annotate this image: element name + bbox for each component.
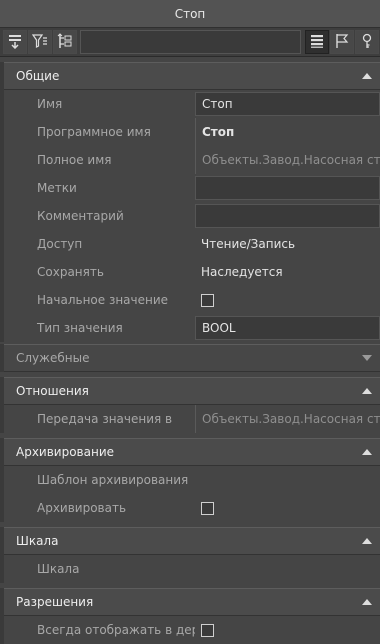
section-header-archiving[interactable]: Архивирование — [4, 438, 380, 466]
chevron-up-icon[interactable] — [362, 449, 372, 455]
archive-checkbox[interactable] — [201, 501, 214, 515]
property-row-value-type: Тип значения BOOL — [4, 314, 380, 342]
chevron-up-icon[interactable] — [362, 388, 372, 394]
toolbar-search-area[interactable] — [80, 30, 301, 54]
property-row-scale: Шкала — [4, 555, 380, 583]
property-label: Всегда отображать в дереве — [37, 623, 195, 637]
property-row-program-name: Программное имя Стоп — [4, 118, 380, 146]
section-title: Отношения — [16, 384, 89, 398]
section-header-service[interactable]: Служебные — [4, 344, 380, 372]
save-value[interactable]: Наследуется — [195, 258, 380, 286]
list-view-icon — [309, 33, 325, 52]
property-row-name: Имя Стоп — [4, 90, 380, 118]
value-transfer-value[interactable]: Объекты.Завод.Насосная станция — [195, 405, 380, 433]
toolbar — [0, 28, 380, 57]
sort-down-icon — [7, 33, 23, 52]
property-label: Доступ — [37, 237, 83, 251]
section-header-scale[interactable]: Шкала — [4, 527, 380, 555]
section-service: Служебные — [0, 344, 380, 372]
property-label: Комментарий — [37, 209, 124, 223]
section-title: Служебные — [16, 351, 90, 365]
always-show-cell — [195, 616, 380, 644]
filter-button[interactable] — [28, 30, 52, 54]
window-titlebar: Стоп — [0, 0, 380, 28]
section-header-general[interactable]: Общие — [4, 62, 380, 90]
initial-value-cell — [195, 286, 380, 314]
property-label: Передача значения в — [37, 412, 173, 426]
property-row-archive-template: Шаблон архивирования — [4, 466, 380, 494]
section-title: Разрешения — [16, 595, 94, 609]
property-label: Шкала — [37, 562, 80, 576]
property-label: Программное имя — [37, 125, 151, 139]
property-row-access: Доступ Чтение/Запись — [4, 230, 380, 258]
archive-template-value[interactable] — [195, 466, 380, 494]
section-title: Шкала — [16, 534, 59, 548]
chevron-up-icon[interactable] — [362, 73, 372, 79]
comment-field[interactable] — [195, 204, 380, 228]
initial-value-checkbox[interactable] — [201, 293, 214, 307]
window-title: Стоп — [174, 6, 206, 21]
flag-button[interactable] — [330, 30, 354, 54]
always-show-checkbox[interactable] — [201, 623, 214, 637]
section-archiving: Архивирование Шаблон архивирования Архив… — [0, 438, 380, 522]
chevron-down-icon[interactable] — [362, 355, 372, 361]
list-view-button[interactable] — [305, 30, 329, 54]
scale-value[interactable] — [195, 555, 380, 583]
section-general: Общие Имя Стоп Программное имя Стоп Полн… — [0, 62, 380, 342]
key-icon — [359, 33, 375, 52]
property-row-initial-value: Начальное значение — [4, 286, 380, 314]
program-name-value[interactable]: Стоп — [195, 118, 380, 146]
filter-icon — [31, 33, 48, 52]
tree-expand-button[interactable] — [53, 30, 77, 54]
archive-cell — [195, 494, 380, 522]
property-label: Тип значения — [37, 321, 123, 335]
tree-expand-icon — [57, 32, 73, 52]
chevron-up-icon[interactable] — [362, 599, 372, 605]
value-type-field[interactable]: BOOL — [195, 316, 380, 340]
key-button[interactable] — [355, 30, 379, 54]
section-title: Архивирование — [16, 445, 115, 459]
property-row-comment: Комментарий — [4, 202, 380, 230]
sort-down-button[interactable] — [3, 30, 27, 54]
property-row-full-name: Полное имя Объекты.Завод.Насосная станци… — [4, 146, 380, 174]
properties-panel: Общие Имя Стоп Программное имя Стоп Полн… — [0, 57, 380, 644]
section-header-relations[interactable]: Отношения — [4, 377, 380, 405]
property-row-tags: Метки — [4, 174, 380, 202]
property-label: Архивировать — [37, 501, 127, 515]
property-label: Шаблон архивирования — [37, 473, 189, 487]
tags-field[interactable] — [195, 176, 380, 200]
property-row-value-transfer: Передача значения в Объекты.Завод.Насосн… — [4, 405, 380, 433]
property-row-archive: Архивировать — [4, 494, 380, 522]
section-permissions: Разрешения Всегда отображать в дереве — [0, 588, 380, 644]
name-field[interactable]: Стоп — [195, 92, 380, 116]
access-value[interactable]: Чтение/Запись — [195, 230, 380, 258]
property-label: Начальное значение — [37, 293, 169, 307]
property-label: Метки — [37, 181, 77, 195]
property-label: Имя — [37, 97, 63, 111]
full-name-value: Объекты.Завод.Насосная станция — [195, 146, 380, 174]
property-label: Сохранять — [37, 265, 104, 279]
section-scale: Шкала Шкала — [0, 527, 380, 583]
property-row-save: Сохранять Наследуется — [4, 258, 380, 286]
section-relations: Отношения Передача значения в Объекты.За… — [0, 377, 380, 433]
flag-icon — [334, 33, 350, 52]
property-row-always-show: Всегда отображать в дереве — [4, 616, 380, 644]
section-header-permissions[interactable]: Разрешения — [4, 588, 380, 616]
chevron-up-icon[interactable] — [362, 538, 372, 544]
section-title: Общие — [16, 69, 60, 83]
property-label: Полное имя — [37, 153, 112, 167]
